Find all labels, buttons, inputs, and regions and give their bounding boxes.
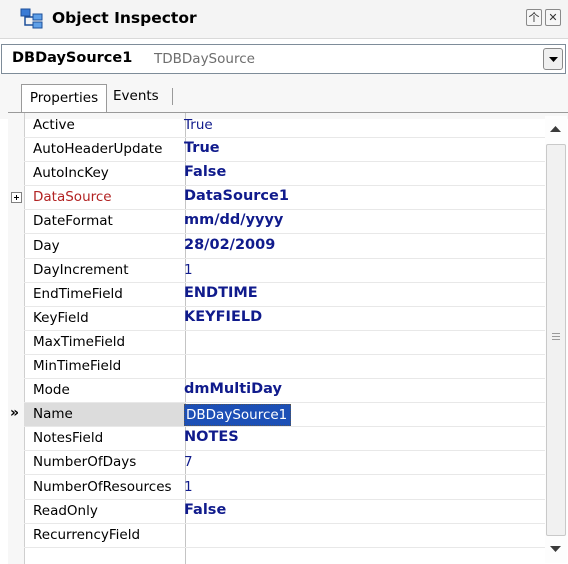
property-grid: Active True AutoHeaderUpdate True AutoIncKey…	[8, 112, 568, 564]
property-name: NumberOfResources	[33, 478, 172, 495]
property-value-editor[interactable]: DBDaySource1	[184, 404, 292, 427]
tab-separator	[172, 88, 173, 105]
property-value[interactable]: dmMultiDay	[184, 381, 282, 397]
property-name: Name	[33, 406, 73, 423]
property-value[interactable]: 1	[184, 262, 193, 278]
property-value[interactable]: ENDTIME	[184, 285, 258, 301]
property-name: Active	[33, 117, 75, 133]
component-selector[interactable]: DBDaySource1 TDBDaySource	[1, 44, 566, 74]
property-value[interactable]: False	[184, 502, 226, 518]
window-title: Object Inspector	[52, 9, 197, 27]
property-row-autoinckey[interactable]: AutoIncKey False	[8, 162, 545, 187]
property-name: Mode	[33, 382, 70, 399]
property-row-notesfield[interactable]: NotesField NOTES	[8, 427, 545, 452]
property-name: EndTimeField	[33, 285, 123, 302]
property-name: DateFormat	[33, 213, 113, 230]
property-row-mintimefield[interactable]: MinTimeField	[8, 355, 545, 379]
scroll-grip-icon	[552, 333, 560, 342]
property-row-day[interactable]: Day 28/02/2009	[8, 235, 545, 259]
property-name: MinTimeField	[33, 358, 122, 374]
dropdown-button[interactable]	[543, 48, 563, 70]
property-row-autoheaderupdate[interactable]: AutoHeaderUpdate True	[8, 138, 545, 163]
object-inspector-icon	[20, 8, 44, 30]
property-value[interactable]: False	[184, 164, 226, 180]
property-name: AutoIncKey	[33, 165, 109, 182]
expand-plus-icon[interactable]	[11, 192, 22, 204]
property-row-dateformat[interactable]: DateFormat mm/dd/yyyy	[8, 210, 545, 235]
tab-properties[interactable]: Properties	[21, 84, 107, 112]
vertical-scrollbar[interactable]	[545, 116, 567, 563]
tab-events[interactable]: Events	[113, 88, 159, 104]
property-value[interactable]: 28/02/2009	[184, 237, 275, 253]
scroll-up-icon[interactable]	[550, 126, 561, 133]
property-name: ReadOnly	[33, 502, 98, 519]
property-name: MaxTimeField	[33, 333, 126, 350]
property-row-endtimefield[interactable]: EndTimeField ENDTIME	[8, 283, 545, 307]
property-name: AutoHeaderUpdate	[33, 141, 163, 158]
close-icon[interactable]: ✕	[545, 9, 561, 26]
property-value[interactable]: KEYFIELD	[184, 309, 262, 325]
property-row-active[interactable]: Active True	[8, 114, 545, 138]
chevron-down-icon	[549, 57, 558, 62]
property-row-dayincrement[interactable]: DayIncrement 1	[8, 259, 545, 283]
property-name: DayIncrement	[33, 261, 129, 278]
property-name: DataSource	[33, 189, 112, 206]
property-name: Day	[33, 237, 60, 254]
property-row-keyfield[interactable]: KeyField KEYFIELD	[8, 307, 545, 331]
property-value[interactable]: 1	[184, 479, 193, 495]
property-row-numberofdays[interactable]: NumberOfDays 7	[8, 451, 545, 476]
property-value[interactable]: 7	[184, 454, 193, 470]
title-bar: Object Inspector 个 ✕	[0, 0, 568, 39]
property-row-name[interactable]: » Name DBDaySource1	[8, 403, 545, 428]
property-name: RecurrencyField	[33, 526, 141, 543]
property-value[interactable]: True	[184, 117, 213, 133]
property-row-readonly[interactable]: ReadOnly False	[8, 500, 545, 524]
selected-row-marker-icon: »	[10, 405, 20, 422]
property-row-recurrencyfield[interactable]: RecurrencyField	[8, 524, 545, 548]
property-name: KeyField	[33, 309, 89, 326]
property-row-mode[interactable]: Mode dmMultiDay	[8, 379, 545, 404]
property-row-maxtimefield[interactable]: MaxTimeField	[8, 331, 545, 355]
property-value[interactable]: mm/dd/yyyy	[184, 212, 283, 228]
property-name: NumberOfDays	[33, 454, 137, 471]
property-name: NotesField	[33, 430, 104, 447]
component-type: TDBDaySource	[154, 51, 255, 67]
property-row-datasource[interactable]: DataSource DataSource1	[8, 186, 545, 211]
property-value[interactable]: True	[184, 140, 220, 156]
pin-icon[interactable]: 个	[526, 9, 542, 26]
property-value[interactable]: NOTES	[184, 429, 239, 445]
component-name: DBDaySource1	[12, 50, 133, 66]
property-value[interactable]: DataSource1	[184, 188, 289, 204]
scroll-thumb[interactable]	[546, 144, 566, 536]
scroll-down-icon[interactable]	[550, 546, 561, 553]
property-row-numberofresources[interactable]: NumberOfResources 1	[8, 476, 545, 500]
